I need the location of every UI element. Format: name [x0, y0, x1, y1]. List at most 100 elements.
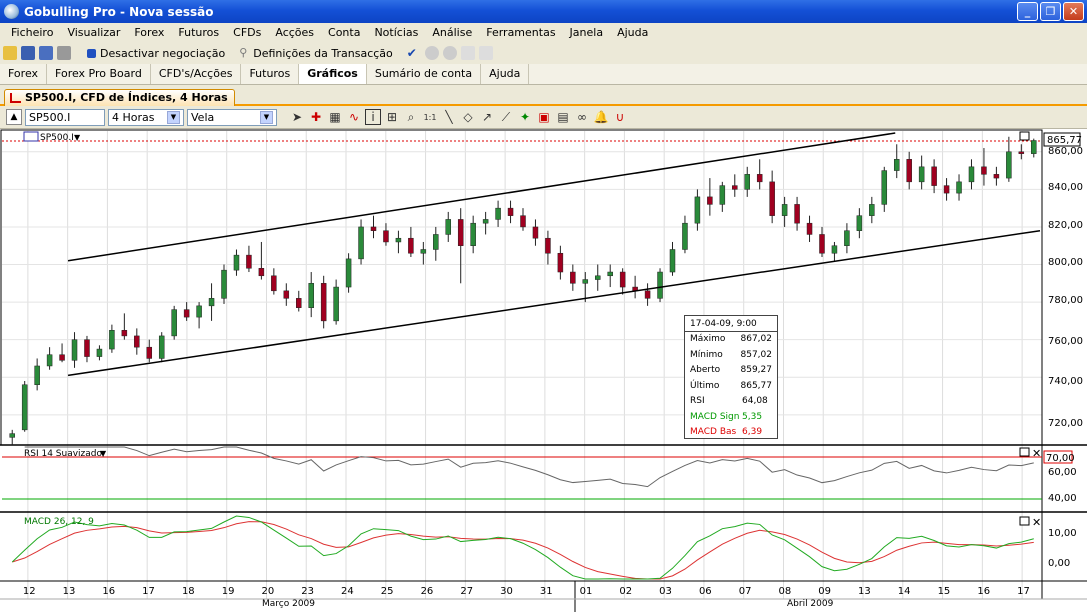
menu-cfds[interactable]: CFDs	[226, 26, 268, 39]
chevron-down-icon[interactable]: ▼	[167, 110, 180, 124]
candle-body	[881, 170, 888, 205]
bell-icon[interactable]: 🔔	[593, 109, 609, 125]
arrows-icon[interactable]: ✦	[517, 109, 533, 125]
close-icon[interactable]: ✕	[1032, 516, 1041, 529]
magnet-icon[interactable]: ∪	[612, 109, 628, 125]
candle-body	[756, 174, 763, 183]
restore-button[interactable]: ❐	[1040, 2, 1061, 21]
tab-futuros[interactable]: Futuros	[241, 64, 300, 84]
period-select[interactable]: 4 Horas ▼	[108, 108, 184, 126]
tab-forex[interactable]: Forex	[0, 64, 48, 84]
chart-type-select[interactable]: Vela ▼	[187, 108, 277, 126]
price-chart[interactable]: 865,77 860,00 840,00 820,00 800,00 780,0…	[0, 129, 1087, 612]
chart-document-tab[interactable]: SP500.I, CFD de Índices, 4 Horas	[4, 89, 235, 106]
link-icon[interactable]: ∞	[574, 109, 590, 125]
grid-icon[interactable]: ▦	[327, 109, 343, 125]
print-icon[interactable]	[57, 46, 71, 60]
maximize-panel-icon[interactable]	[1019, 516, 1030, 526]
back-icon[interactable]	[424, 46, 439, 60]
close-icon[interactable]: ✕	[1032, 447, 1041, 460]
scale-1-1-icon[interactable]: 1:1	[422, 109, 438, 125]
template-icon[interactable]: ▤	[555, 109, 571, 125]
forward-icon[interactable]	[442, 46, 457, 60]
tab-sumario-de-conta[interactable]: Sumário de conta	[367, 64, 482, 84]
maximize-panel-icon[interactable]	[1019, 447, 1030, 457]
macd-base-line	[11, 515, 1034, 580]
transaction-settings-button[interactable]: Definições da Transacção	[253, 47, 393, 60]
time-tick: 23	[301, 586, 314, 597]
tab-forex-pro-board[interactable]: Forex Pro Board	[47, 64, 151, 84]
candle-body	[84, 339, 90, 357]
open-folder-icon[interactable]	[3, 46, 17, 60]
candle-body	[869, 204, 875, 216]
checkmark-icon[interactable]: ✔	[407, 46, 421, 60]
maximize-panel-icon[interactable]	[1019, 131, 1030, 141]
menu-analise[interactable]: Análise	[425, 26, 479, 39]
refresh-icon[interactable]	[478, 46, 493, 60]
rsi-title: RSI 14 Suavizado	[24, 449, 103, 459]
menu-ajuda[interactable]: Ajuda	[610, 26, 655, 39]
collapse-arrow-icon[interactable]: ▲	[6, 109, 22, 125]
main-panel-symbol: SP500.I	[40, 133, 74, 143]
tab-graficos[interactable]: Gráficos	[299, 64, 367, 84]
menu-noticias[interactable]: Notícias	[367, 26, 425, 39]
line-tool-icon[interactable]: ╲	[441, 109, 457, 125]
zoom-box-icon[interactable]: ⊞	[384, 109, 400, 125]
info-icon[interactable]: i	[365, 109, 381, 125]
time-tick: 19	[222, 586, 235, 597]
eraser-icon[interactable]: ◇	[460, 109, 476, 125]
menu-ferramentas[interactable]: Ferramentas	[479, 26, 562, 39]
menu-janela[interactable]: Janela	[563, 26, 611, 39]
fibonacci-icon[interactable]: ⟋	[498, 109, 514, 125]
time-tick: 18	[182, 586, 195, 597]
trend-icon[interactable]: ↗	[479, 109, 495, 125]
candle-body	[196, 305, 202, 318]
menu-accoes[interactable]: Acções	[268, 26, 321, 39]
tab-ajuda[interactable]: Ajuda	[481, 64, 530, 84]
minimize-button[interactable]: _	[1017, 2, 1038, 21]
time-tick: 02	[619, 586, 632, 597]
menu-ficheiro[interactable]: Ficheiro	[4, 26, 60, 39]
chart-document-title: SP500.I, CFD de Índices, 4 Horas	[25, 91, 228, 104]
candle-body	[445, 219, 452, 235]
candle-body	[408, 237, 414, 254]
candle-body	[21, 384, 28, 431]
price-tick: 760,00	[1048, 336, 1083, 347]
data-window-row: RSI 64,08	[690, 396, 768, 406]
close-button[interactable]: ✕	[1063, 2, 1084, 21]
candle-body	[844, 230, 850, 246]
symbol-value: SP500.I	[29, 110, 71, 124]
deactivate-trading-button[interactable]: Desactivar negociação	[100, 47, 225, 60]
save-all-icon[interactable]	[39, 46, 53, 60]
menu-forex[interactable]: Forex	[127, 26, 171, 39]
chart-area[interactable]: 865,77 860,00 840,00 820,00 800,00 780,0…	[0, 129, 1087, 612]
candle-body	[9, 433, 15, 438]
candle-body	[781, 204, 788, 216]
menu-futuros[interactable]: Futuros	[171, 26, 226, 39]
chevron-down-icon[interactable]: ▼	[260, 110, 273, 124]
menu-conta[interactable]: Conta	[321, 26, 367, 39]
save-icon[interactable]	[21, 46, 35, 60]
candle-body	[109, 330, 115, 350]
tab-cfds-accoes[interactable]: CFD's/Acções	[151, 64, 242, 84]
candle-body	[794, 204, 800, 224]
pointer-icon[interactable]: ➤	[289, 109, 305, 125]
crosshair-icon[interactable]: ✚	[308, 109, 324, 125]
alert-icon[interactable]: ▣	[536, 109, 552, 125]
time-tick: 07	[739, 586, 752, 597]
candle-body	[208, 298, 215, 307]
candle-body	[607, 271, 613, 277]
menu-visualizar[interactable]: Visualizar	[60, 26, 127, 39]
window-icon[interactable]	[460, 46, 475, 60]
data-window-date: 17-04-09, 9:00	[685, 316, 777, 332]
candle-body	[918, 166, 925, 183]
candle-body	[732, 185, 738, 190]
candle-body	[246, 254, 252, 269]
zoom-icon[interactable]: ⌕	[403, 109, 419, 125]
rsi-level-label: 70,00	[1046, 453, 1075, 464]
symbol-input[interactable]: SP500.I	[25, 108, 105, 126]
candle-body	[1018, 151, 1025, 154]
indicator-icon[interactable]: ∿	[346, 109, 362, 125]
candle-body	[482, 219, 489, 224]
candlestick-series	[9, 136, 1037, 445]
